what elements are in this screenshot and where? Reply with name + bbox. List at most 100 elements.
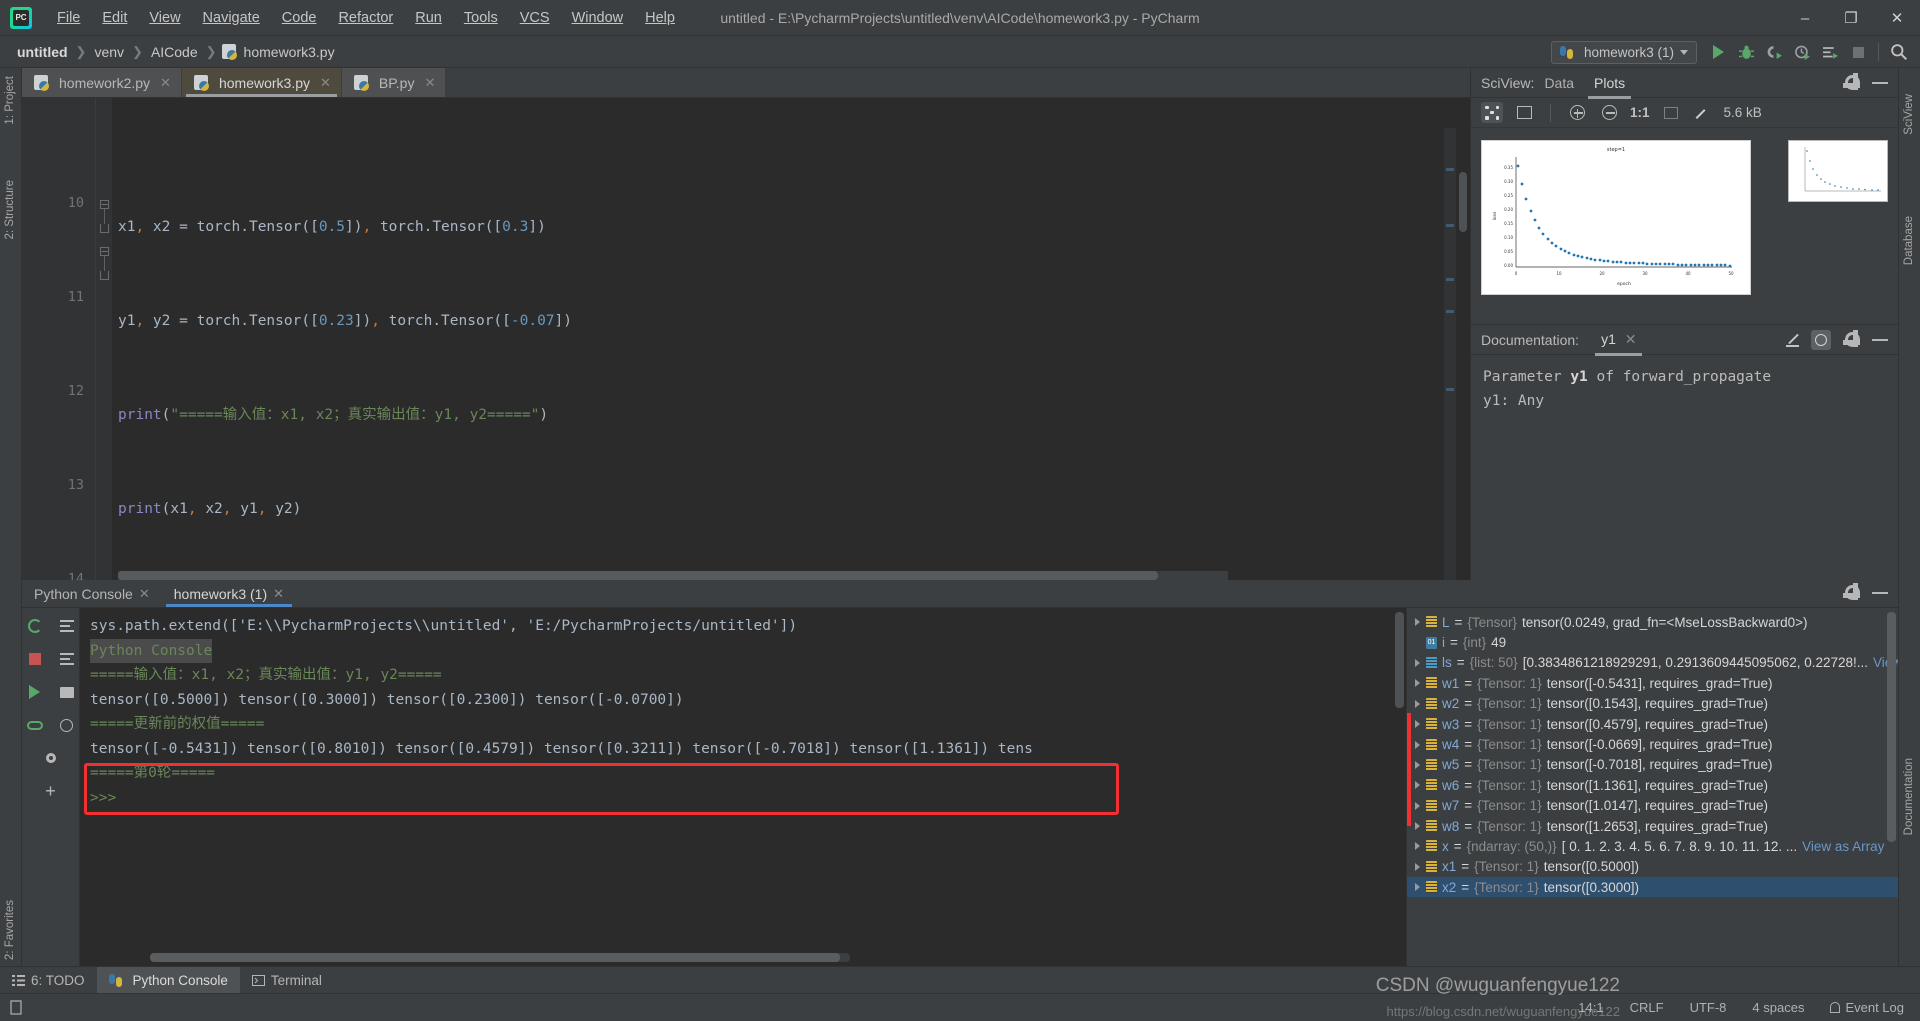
zoom-in-icon[interactable] <box>1566 102 1588 123</box>
execute-button[interactable] <box>24 682 46 702</box>
editor-tab-homework3[interactable]: homework3.py ✕ <box>181 68 342 97</box>
new-console-button[interactable]: + <box>40 781 62 801</box>
settings-button[interactable] <box>40 748 62 768</box>
minimize-icon[interactable] <box>1872 338 1888 341</box>
tool-window-terminal[interactable]: Terminal <box>240 967 334 993</box>
profile-button[interactable] <box>1789 39 1815 65</box>
memory-indicator[interactable] <box>10 1000 24 1015</box>
close-icon[interactable]: ✕ <box>139 586 150 602</box>
maximize-button[interactable]: ❐ <box>1828 0 1874 36</box>
close-icon[interactable]: ✕ <box>424 75 435 91</box>
menu-vcs[interactable]: VCS <box>509 6 561 30</box>
open-in-browser-icon[interactable] <box>1811 329 1831 350</box>
expand-arrow-icon[interactable] <box>1415 720 1420 729</box>
variable-row-w1[interactable]: w1 = {Tensor: 1} tensor([-0.5431], requi… <box>1407 673 1898 693</box>
close-icon[interactable]: ✕ <box>160 75 171 91</box>
tool-window-documentation[interactable]: Documentation <box>1903 758 1915 835</box>
run-tests-button[interactable] <box>1817 39 1843 65</box>
history-button[interactable] <box>56 715 78 735</box>
close-icon[interactable]: ✕ <box>1625 331 1637 347</box>
breadcrumb-venv[interactable]: venv <box>91 43 127 61</box>
color-picker-icon[interactable] <box>1692 102 1714 123</box>
menu-window[interactable]: Window <box>561 6 635 30</box>
menu-view[interactable]: View <box>138 6 191 30</box>
variable-row-w4[interactable]: w4 = {Tensor: 1} tensor([-0.0669], requi… <box>1407 734 1898 754</box>
menu-refactor[interactable]: Refactor <box>327 6 404 30</box>
variable-row-w6[interactable]: w6 = {Tensor: 1} tensor([1.1361], requir… <box>1407 775 1898 795</box>
menu-file[interactable]: File <box>46 6 91 30</box>
minimize-icon[interactable] <box>1872 81 1888 84</box>
gear-icon[interactable] <box>1843 73 1860 90</box>
variable-row-w7[interactable]: w7 = {Tensor: 1} tensor([1.0147], requir… <box>1407 796 1898 816</box>
console-tab-homework3[interactable]: homework3 (1) ✕ <box>162 580 296 607</box>
error-marker-column[interactable] <box>1444 128 1456 580</box>
tool-window-structure[interactable]: 2: Structure <box>4 180 16 239</box>
rerun-button[interactable] <box>24 616 46 636</box>
indent-setting[interactable]: 4 spaces <box>1752 1000 1804 1015</box>
view-as-array-link[interactable]: View as Array <box>1802 839 1884 854</box>
expand-arrow-icon[interactable] <box>1415 740 1420 749</box>
run-configuration-selector[interactable]: homework3 (1) <box>1550 40 1697 64</box>
table-icon[interactable] <box>1513 102 1535 123</box>
breadcrumb-file[interactable]: homework3.py <box>241 43 338 61</box>
file-encoding[interactable]: UTF-8 <box>1690 1000 1727 1015</box>
editor-vertical-scrollbar[interactable] <box>1456 128 1470 571</box>
variable-row-x1[interactable]: x1 = {Tensor: 1} tensor([0.5000]) <box>1407 857 1898 877</box>
breadcrumb-folder[interactable]: AICode <box>148 43 201 61</box>
console-prompt[interactable]: >>> <box>90 786 1406 811</box>
variable-row-L[interactable]: L = {Tensor} tensor(0.0249, grad_fn=<Mse… <box>1407 612 1898 632</box>
variable-row-x2[interactable]: x2 = {Tensor: 1} tensor([0.3000]) <box>1407 877 1898 898</box>
expand-arrow-icon[interactable] <box>1415 658 1420 667</box>
console-tab-python-console[interactable]: Python Console ✕ <box>22 580 162 607</box>
console-vertical-scrollbar[interactable] <box>1395 612 1404 708</box>
variable-row-w3[interactable]: w3 = {Tensor: 1} tensor([0.4579], requir… <box>1407 714 1898 734</box>
expand-arrow-icon[interactable] <box>1415 679 1420 688</box>
line-separator[interactable]: CRLF <box>1630 1000 1664 1015</box>
scatter-icon[interactable] <box>1481 102 1503 123</box>
plot-canvas[interactable]: step=1 loss epoch 0.35 0.30 0.25 0.20 0.15 0… <box>1481 140 1751 295</box>
menu-code[interactable]: Code <box>271 6 328 30</box>
minimize-button[interactable]: – <box>1782 0 1828 36</box>
console-output[interactable]: sys.path.extend(['E:\\PycharmProjects\\u… <box>80 608 1406 966</box>
run-with-coverage-button[interactable] <box>1761 39 1787 65</box>
expand-arrow-icon[interactable] <box>1415 822 1420 831</box>
debug-button[interactable] <box>1733 39 1759 65</box>
editor-horizontal-scrollbar[interactable] <box>118 571 1228 580</box>
tool-window-database[interactable]: Database <box>1903 216 1915 265</box>
scroll-to-end-button[interactable] <box>56 649 78 669</box>
event-log-button[interactable]: Event Log <box>1830 1000 1904 1015</box>
edit-pencil-icon[interactable] <box>1786 332 1801 347</box>
tool-window-sciview[interactable]: SciView <box>1903 94 1915 135</box>
variables-pane[interactable]: L = {Tensor} tensor(0.0249, grad_fn=<Mse… <box>1406 608 1898 966</box>
actual-size-label[interactable]: 1:1 <box>1630 105 1650 120</box>
variable-row-x[interactable]: x = {ndarray: (50,)} [ 0. 1. 2. 3. 4. 5.… <box>1407 836 1898 856</box>
expand-arrow-icon[interactable] <box>1415 883 1420 892</box>
search-everywhere-button[interactable] <box>1886 39 1912 65</box>
expand-arrow-icon[interactable] <box>1415 801 1420 810</box>
close-icon[interactable]: ✕ <box>320 75 331 91</box>
expand-arrow-icon[interactable] <box>1415 781 1420 790</box>
close-button[interactable]: ✕ <box>1874 0 1920 36</box>
tool-window-project[interactable]: 1: Project <box>4 76 16 125</box>
tool-window-python-console[interactable]: Python Console <box>96 967 240 993</box>
gear-icon[interactable] <box>1843 583 1860 600</box>
editor-tab-bp[interactable]: BP.py ✕ <box>341 68 447 97</box>
variable-row-w8[interactable]: w8 = {Tensor: 1} tensor([1.2653], requir… <box>1407 816 1898 836</box>
expand-arrow-icon[interactable] <box>1415 842 1420 851</box>
expand-arrow-icon[interactable] <box>1415 699 1420 708</box>
console-horizontal-scrollbar[interactable] <box>150 953 850 962</box>
caret-position[interactable]: 14:1 <box>1578 1000 1603 1015</box>
breadcrumb-project[interactable]: untitled <box>14 43 71 61</box>
menu-help[interactable]: Help <box>634 6 686 30</box>
menu-navigate[interactable]: Navigate <box>192 6 271 30</box>
stop-button[interactable] <box>24 649 46 669</box>
variable-row-ls[interactable]: ls = {list: 50} [0.3834861218929291, 0.2… <box>1407 653 1898 673</box>
attach-console-button[interactable] <box>24 715 46 735</box>
zoom-out-icon[interactable] <box>1598 102 1620 123</box>
run-button[interactable] <box>1705 39 1731 65</box>
menu-run[interactable]: Run <box>404 6 453 30</box>
expand-arrow-icon[interactable] <box>1415 862 1420 871</box>
plot-thumbnail[interactable] <box>1788 140 1888 202</box>
fit-icon[interactable] <box>1660 102 1682 123</box>
expand-arrow-icon[interactable] <box>1415 618 1420 627</box>
